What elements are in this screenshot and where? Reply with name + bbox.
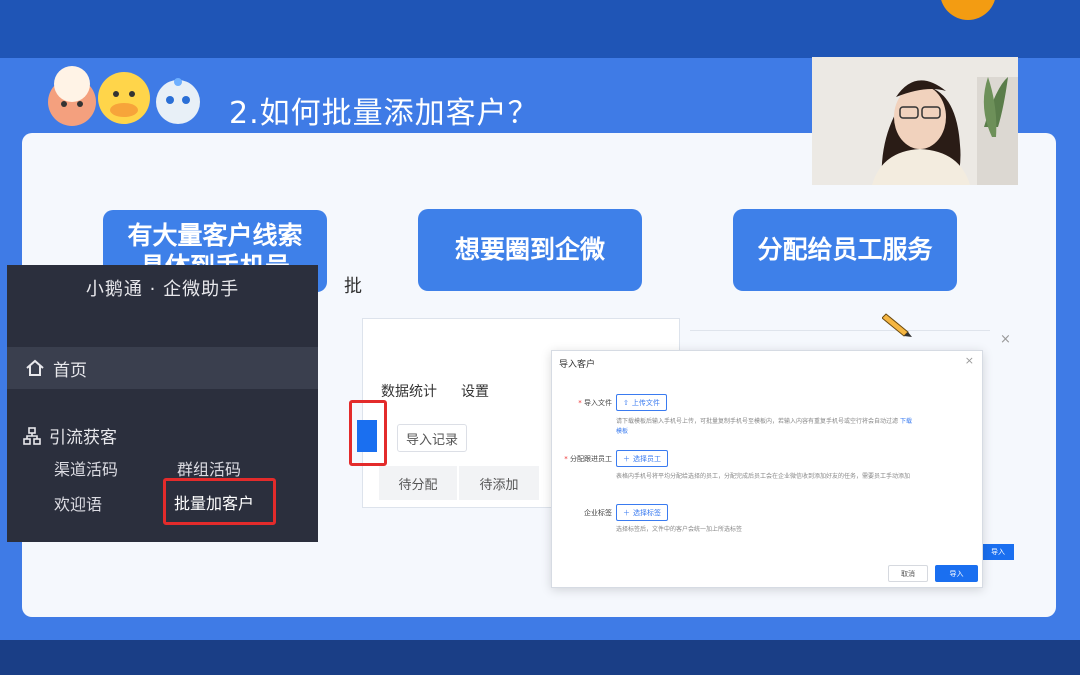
tab-pending-add[interactable]: 待添加 [459,466,539,500]
sidebar-item-group-code[interactable]: 群组活码 [177,456,241,480]
tab-pending-assign[interactable]: 待分配 [379,466,457,500]
home-icon [26,359,44,376]
plus-icon: ＋ [623,454,630,463]
mascot-illustration [48,66,200,126]
brand-name: 小鹅通 · 企微助手 [85,279,240,300]
tag-hint: 选择标签后，文件中的客户会统一加上所选标签 [616,526,743,533]
presenter-webcam [812,57,1018,185]
cancel-button[interactable]: 取消 [888,565,928,582]
import-record-button[interactable]: 导入记录 [397,424,467,452]
plus-icon: ＋ [623,508,630,517]
subtitle-bar [0,640,1080,675]
page-title-fragment: 批 [344,276,362,297]
upload-icon: ⇧ [623,398,629,407]
pill-text-line1: 有大量客户线索 [127,220,303,250]
close-icon[interactable]: × [965,354,974,367]
highlight-box [349,400,387,466]
select-staff-button[interactable]: ＋ 选择员工 [616,450,668,467]
slide-title: 2.如何批量添加客户？ [229,96,539,131]
logo-icon [940,0,996,20]
file-hint: 请下载模板后输入手机号上传，可批量复制手机号至模板内，若输入内容有重复手机号或空… [616,418,912,435]
divider [690,330,990,331]
sidebar-item-channel-code[interactable]: 渠道活码 [54,456,118,480]
sidebar-item-label: 首页 [53,360,87,381]
sidebar-group-traffic[interactable]: 引流获客 [23,423,117,448]
file-label: * 导入文件 [578,399,612,407]
upload-file-button[interactable]: ⇧ 上传文件 [616,394,667,411]
close-icon[interactable]: × [1000,332,1011,347]
select-tag-button[interactable]: ＋ 选择标签 [616,504,668,521]
sidebar-item-home[interactable]: 首页 [7,347,318,389]
tab-settings[interactable]: 设置 [461,381,489,401]
staff-hint: 表格内手机号将平均分配给选择的员工，分配完成后员工会在企业微信收到添加好友的任务… [616,473,911,480]
import-confirm-button[interactable]: 导入 [935,565,978,582]
top-bar [0,0,1080,58]
import-customer-dialog: 导入客户 × * 导入文件 ⇧ 上传文件 请下载模板后输入手机号上传，可批量复制… [551,350,983,588]
dialog-title: 导入客户 [559,360,596,370]
sidebar-item-welcome[interactable]: 欢迎语 [54,491,102,515]
sidebar-group-label: 引流获客 [49,428,117,448]
import-button[interactable]: 导入 [982,544,1014,560]
pill-text: 想要圈到企微 [454,235,605,265]
highlight-box [163,478,276,525]
pencil-icon [882,313,912,337]
staff-label: * 分配跟进员工 [564,455,612,463]
pill-enclose-to-wecom: 想要圈到企微 [418,209,642,291]
pill-assign-staff: 分配给员工服务 [733,209,957,291]
tab-data-stats[interactable]: 数据统计 [381,381,437,401]
org-chart-icon [23,426,41,445]
pill-text: 分配给员工服务 [757,235,933,265]
tag-label: 企业标签 [584,509,612,517]
